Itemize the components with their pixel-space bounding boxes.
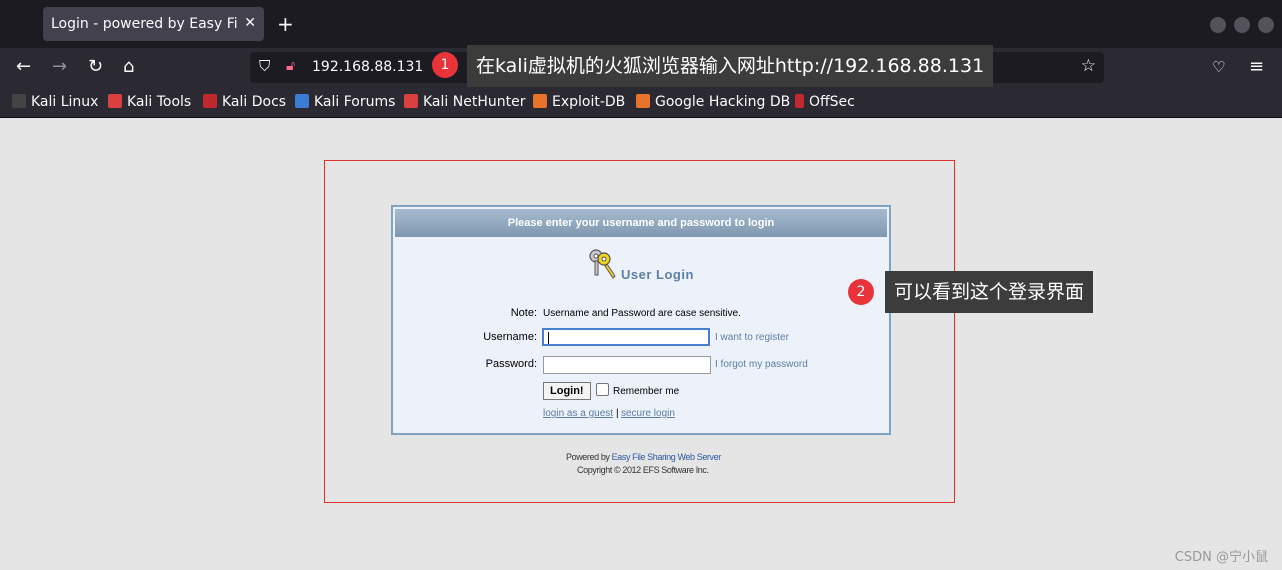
bookmark-google-hacking-db[interactable]: Google Hacking DB [636, 94, 790, 110]
tab-title: Login - powered by Easy File [51, 16, 237, 32]
kali-tools-icon [108, 94, 122, 108]
bookmark-kali-docs[interactable]: Kali Docs [203, 94, 286, 110]
register-link[interactable]: I want to register [715, 332, 789, 343]
note-text: Username and Password are case sensitive… [543, 308, 741, 319]
password-input[interactable] [543, 356, 711, 374]
step-1-badge: 1 [432, 52, 458, 78]
kali-forums-icon [295, 94, 309, 108]
login-title: User Login [621, 267, 694, 282]
guest-login-link[interactable]: login as a guest [543, 408, 613, 419]
csdn-watermark: CSDN @宁小鼠 [1174, 550, 1268, 565]
tab-bar: Login - powered by Easy File ✕ + [0, 0, 1282, 48]
bookmark-offsec[interactable]: OffSec [795, 94, 855, 110]
step-2-badge: 2 [848, 279, 874, 305]
efs-link[interactable]: Easy File Sharing Web Server [612, 452, 722, 462]
username-input[interactable] [542, 328, 710, 346]
ghdb-icon [636, 94, 650, 108]
shield-icon[interactable]: ⛉ [259, 57, 270, 75]
home-button[interactable]: ⌂ [123, 56, 134, 78]
forward-button[interactable]: → [52, 56, 67, 78]
bookmark-kali-linux[interactable]: Kali Linux [12, 94, 98, 110]
kali-dragon-icon [12, 94, 26, 108]
insecure-lock-icon[interactable]: 🔓︎ [286, 58, 295, 74]
forgot-password-link[interactable]: I forgot my password [715, 359, 808, 370]
kali-docs-icon [203, 94, 217, 108]
password-label: Password: [485, 358, 537, 370]
menu-icon[interactable]: ≡ [1249, 56, 1264, 78]
username-label: Username: [483, 331, 537, 343]
offsec-icon [795, 94, 804, 108]
keys-icon [589, 249, 616, 279]
reload-button[interactable]: ↻ [88, 56, 103, 78]
bookmarks-toolbar: Kali Linux Kali Tools Kali Docs Kali For… [0, 88, 1282, 118]
bookmark-kali-nethunter[interactable]: Kali NetHunter [404, 94, 525, 110]
close-tab-icon[interactable]: ✕ [244, 15, 256, 31]
bookmark-kali-tools[interactable]: Kali Tools [108, 94, 191, 110]
window-close-icon[interactable] [1258, 17, 1274, 33]
url-text[interactable]: 192.168.88.131 [312, 59, 423, 75]
step-2-callout: 可以看到这个登录界面 [885, 271, 1094, 313]
link-separator: | [616, 408, 619, 419]
login-header: Please enter your username and password … [395, 209, 887, 237]
login-panel: Please enter your username and password … [391, 205, 891, 435]
secure-login-link[interactable]: secure login [621, 408, 675, 419]
bookmark-exploit-db[interactable]: Exploit-DB [533, 94, 625, 110]
text-caret [548, 332, 549, 344]
back-button[interactable]: ← [16, 56, 31, 78]
login-button[interactable]: Login! [543, 382, 591, 400]
exploit-db-icon [533, 94, 547, 108]
window-control-icon[interactable] [1234, 17, 1250, 33]
bookmark-kali-forums[interactable]: Kali Forums [295, 94, 395, 110]
remember-me-checkbox[interactable] [596, 383, 609, 396]
pocket-icon[interactable]: ♡ [1212, 56, 1225, 78]
copyright: Copyright © 2012 EFS Software Inc. [577, 465, 709, 475]
remember-me-label: Remember me [613, 386, 680, 397]
powered-by: Powered by Easy File Sharing Web Server [566, 452, 721, 462]
kali-nethunter-icon [404, 94, 418, 108]
note-label: Note: [510, 307, 537, 319]
window-control-icon[interactable] [1210, 17, 1226, 33]
new-tab-button[interactable]: + [277, 12, 294, 36]
step-1-callout: 在kali虚拟机的火狐浏览器输入网址http://192.168.88.131 [467, 45, 994, 87]
bookmark-star-icon[interactable]: ☆ [1081, 56, 1096, 76]
active-tab[interactable]: Login - powered by Easy File ✕ [43, 7, 264, 41]
